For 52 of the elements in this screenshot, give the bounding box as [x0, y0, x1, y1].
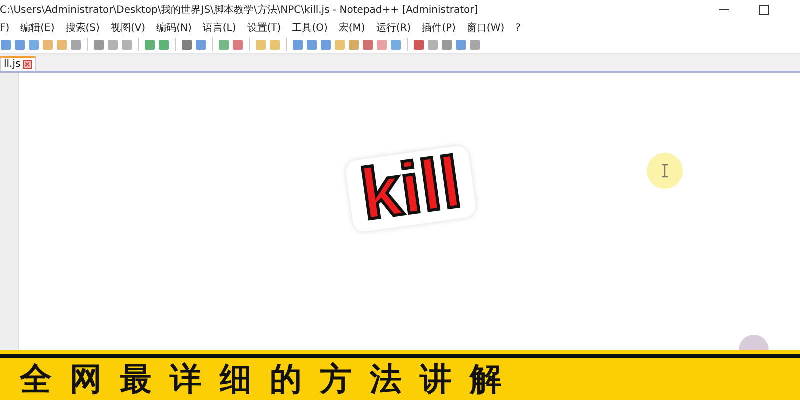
- square-icon[interactable]: [181, 38, 193, 50]
- square-icon[interactable]: [14, 38, 26, 50]
- menu-item[interactable]: ?: [516, 22, 521, 34]
- square-icon[interactable]: [121, 38, 133, 50]
- square-icon[interactable]: [107, 38, 119, 50]
- menu-item[interactable]: F): [0, 22, 10, 34]
- menu-item[interactable]: 宏(M): [338, 21, 366, 35]
- square-icon[interactable]: [306, 38, 318, 50]
- banner-title: 全网最详细的方法讲解: [20, 359, 520, 395]
- square-icon[interactable]: [56, 38, 68, 50]
- tab-label: ll.js: [4, 59, 21, 70]
- text-cursor-icon: [647, 153, 683, 189]
- menu-item[interactable]: 设置(T): [247, 21, 282, 35]
- square-icon[interactable]: [427, 38, 439, 50]
- menu-item[interactable]: 窗口(W): [466, 21, 505, 35]
- kill-sticker: kill: [344, 144, 478, 234]
- square-icon[interactable]: [218, 38, 230, 50]
- window-title: C:\Users\Administrator\Desktop\我的世界JS\脚本教学\方法\NPC\kill.js - Notepad++ [Administrator]: [0, 4, 478, 17]
- square-icon[interactable]: [390, 38, 402, 50]
- square-icon[interactable]: [232, 38, 244, 50]
- square-icon[interactable]: [158, 38, 170, 50]
- square-icon[interactable]: [269, 38, 281, 50]
- square-icon[interactable]: [42, 38, 54, 50]
- maximize-icon[interactable]: [758, 4, 770, 16]
- square-icon[interactable]: [144, 38, 156, 50]
- square-icon[interactable]: [348, 38, 360, 50]
- square-icon[interactable]: [255, 38, 267, 50]
- menu-item[interactable]: 编辑(E): [20, 21, 55, 35]
- square-icon[interactable]: [441, 38, 453, 50]
- menu-item[interactable]: 编码(N): [156, 21, 192, 35]
- square-icon[interactable]: [362, 38, 374, 50]
- square-icon[interactable]: [292, 38, 304, 50]
- square-icon[interactable]: [334, 38, 346, 50]
- menu-item[interactable]: 视图(V): [110, 21, 146, 35]
- menu-item[interactable]: 运行(R): [376, 21, 412, 35]
- square-icon[interactable]: [413, 38, 425, 50]
- square-icon[interactable]: [28, 38, 40, 50]
- square-icon[interactable]: [320, 38, 332, 50]
- menu-item[interactable]: 语言(L): [202, 21, 236, 35]
- square-icon[interactable]: [0, 38, 12, 50]
- menu-item[interactable]: 搜索(S): [66, 21, 100, 35]
- square-icon[interactable]: [195, 38, 207, 50]
- file-tab[interactable]: ll.js: [0, 56, 36, 71]
- close-icon[interactable]: [22, 60, 32, 69]
- square-icon[interactable]: [376, 38, 388, 50]
- square-icon[interactable]: [70, 38, 82, 50]
- square-icon[interactable]: [469, 38, 481, 50]
- square-icon[interactable]: [455, 38, 467, 50]
- avatar-icon: [739, 334, 769, 350]
- menu-item[interactable]: 工具(O): [292, 21, 328, 35]
- menu-item[interactable]: 插件(P): [422, 21, 456, 35]
- square-icon[interactable]: [93, 38, 105, 50]
